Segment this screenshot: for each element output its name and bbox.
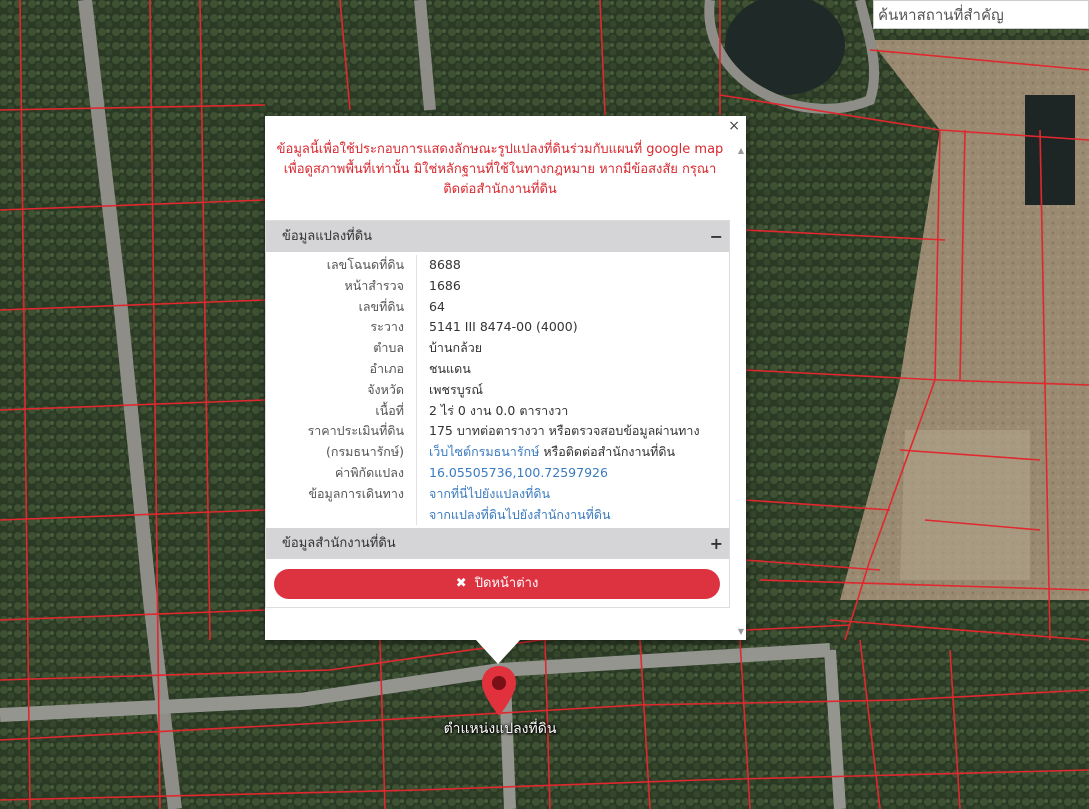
notice-line: ข้อมูลนี้เพื่อใช้ประกอบการแสดงลักษณะรูปแ… — [276, 142, 724, 157]
map-pin-icon[interactable] — [480, 665, 518, 717]
row-value: ชนแดน — [429, 360, 471, 376]
table-row: ราคาประเมินที่ดิน 175 บาทต่อตารางวา หรือ… — [266, 421, 729, 443]
search-input[interactable] — [873, 0, 1089, 29]
info-panel: ข้อมูลแปลงที่ดิน − เลขโฉนดที่ดิน 8688 หน… — [265, 220, 730, 608]
close-window-label: ปิดหน้าต่าง — [474, 576, 539, 591]
row-value: 8688 — [429, 257, 461, 272]
row-label: ราคาประเมินที่ดิน — [266, 421, 417, 443]
row-value: 16.05505736,100.72597926 — [417, 463, 608, 484]
collapse-icon[interactable]: − — [710, 221, 723, 252]
row-label: เนื้อที่ — [266, 400, 417, 422]
row-label: หน้าสำรวจ — [266, 275, 417, 297]
row-value: 5141 III 8474-00 (4000) — [429, 319, 578, 335]
treasury-website-link[interactable]: เว็บไซต์กรมธนารักษ์ — [429, 444, 539, 459]
row-value: จากที่นี่ไปยังแปลงที่ดิน — [417, 484, 550, 505]
marker-label: ตำแหน่งแปลงที่ดิน — [443, 721, 557, 737]
directions-to-parcel-link[interactable]: จากที่นี่ไปยังแปลงที่ดิน — [429, 486, 550, 501]
treasury-suffix: หรือติดต่อสำนักงานที่ดิน — [539, 444, 675, 460]
close-window-button[interactable]: ✖ ปิดหน้าต่าง — [274, 569, 720, 599]
row-value: เพชรบูรณ์ — [429, 381, 483, 397]
table-row: ข้อมูลการเดินทาง จากที่นี่ไปยังแปลงที่ดิ… — [266, 483, 729, 505]
parcel-section-header[interactable]: ข้อมูลแปลงที่ดิน − — [266, 221, 729, 252]
scroll-down-icon[interactable]: ▼ — [738, 627, 744, 636]
directions-to-office-link[interactable]: จากแปลงที่ดินไปยังสำนักงานที่ดิน — [429, 507, 611, 522]
row-value: 175 บาทต่อตารางวา หรือตรวจสอบข้อมูลผ่านท… — [429, 423, 700, 439]
expand-icon[interactable]: + — [710, 528, 723, 559]
office-section-title: ข้อมูลสำนักงานที่ดิน — [282, 536, 396, 552]
scroll-up-icon[interactable]: ▲ — [738, 146, 744, 155]
table-row: จังหวัด เพชรบูรณ์ — [266, 379, 729, 401]
row-label — [266, 504, 417, 526]
table-row: ตำบล บ้านกล้วย — [266, 338, 729, 359]
close-icon: ✖ — [455, 576, 467, 591]
popup-pointer — [476, 640, 520, 664]
row-label: เลขโฉนดที่ดิน — [266, 255, 417, 276]
coordinates-link[interactable]: 16.05505736,100.72597926 — [429, 465, 608, 480]
notice-line: เพื่อดูสภาพพื้นที่เท่านั้น มิใช่หลักฐานท… — [283, 162, 717, 177]
row-label: ตำบล — [266, 338, 417, 359]
disclaimer-notice: ข้อมูลนี้เพื่อใช้ประกอบการแสดงลักษณะรูปแ… — [265, 140, 735, 200]
row-value: บ้านกล้วย — [429, 340, 483, 356]
table-row: อำเภอ ชนแดน — [266, 358, 729, 380]
land-info-popup: × ▲ ▼ ข้อมูลนี้เพื่อใช้ประกอบการแสดงลักษ… — [265, 116, 746, 640]
row-value: 1686 — [429, 277, 461, 293]
row-value: เว็บไซต์กรมธนารักษ์ หรือติดต่อสำนักงานที… — [417, 442, 675, 463]
row-label: จังหวัด — [266, 379, 417, 401]
row-label: เลขที่ดิน — [266, 296, 417, 318]
row-value: 64 — [429, 298, 445, 314]
office-section-header[interactable]: ข้อมูลสำนักงานที่ดิน + — [266, 528, 729, 560]
table-row: จากแปลงที่ดินไปยังสำนักงานที่ดิน — [266, 504, 729, 526]
row-label: ข้อมูลการเดินทาง — [266, 483, 417, 505]
close-icon[interactable]: × — [728, 118, 740, 134]
table-row: ระวาง 5141 III 8474-00 (4000) — [266, 317, 729, 339]
row-label: ระวาง — [266, 317, 417, 339]
row-label: ค่าพิกัดแปลง — [266, 462, 417, 484]
row-value: จากแปลงที่ดินไปยังสำนักงานที่ดิน — [417, 505, 611, 526]
table-row: (กรมธนารักษ์) เว็บไซต์กรมธนารักษ์ หรือติ… — [266, 442, 729, 463]
table-row: ค่าพิกัดแปลง 16.05505736,100.72597926 — [266, 462, 729, 484]
table-row: เลขที่ดิน 64 — [266, 296, 729, 318]
table-row: เนื้อที่ 2 ไร่ 0 งาน 0.0 ตารางวา — [266, 400, 729, 422]
notice-line: ติดต่อสำนักงานที่ดิน — [443, 182, 557, 197]
row-label: อำเภอ — [266, 358, 417, 380]
table-row: เลขโฉนดที่ดิน 8688 — [266, 255, 729, 276]
parcel-section-title: ข้อมูลแปลงที่ดิน — [282, 229, 373, 244]
parcel-rows: เลขโฉนดที่ดิน 8688 หน้าสำรวจ 1686 เลขที่… — [266, 252, 729, 526]
table-row: หน้าสำรวจ 1686 — [266, 275, 729, 297]
row-value: 2 ไร่ 0 งาน 0.0 ตารางวา — [429, 402, 569, 418]
row-label: (กรมธนารักษ์) — [266, 442, 417, 463]
